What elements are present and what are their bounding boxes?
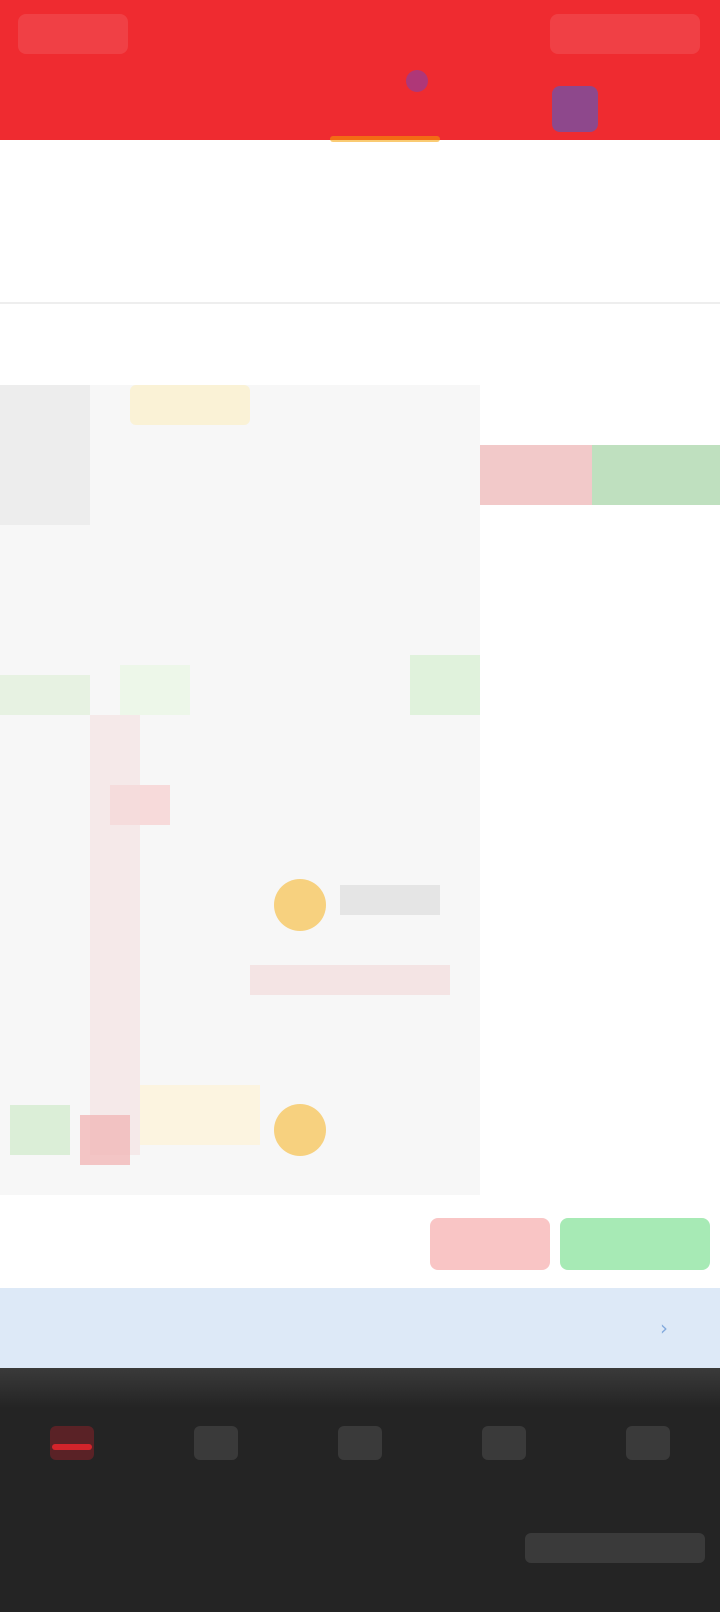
header-right-block[interactable] (550, 14, 700, 54)
stock-code (270, 96, 450, 120)
event-label (340, 885, 440, 915)
chart-tag (410, 655, 480, 715)
promo-banner[interactable]: › (0, 1288, 720, 1368)
header-toolbar (0, 62, 720, 132)
stock-title (270, 66, 450, 126)
promo-text (30, 1306, 340, 1350)
table-row (480, 1135, 720, 1183)
table-row (480, 895, 720, 943)
tab-period-6[interactable] (514, 315, 617, 385)
table-row (480, 943, 720, 991)
nav-icon (482, 1426, 526, 1460)
avatar[interactable] (552, 86, 598, 132)
header-left-block[interactable] (18, 14, 128, 54)
app-header (0, 0, 720, 142)
nav-icon (338, 1426, 382, 1460)
divider (0, 302, 720, 304)
sell-button[interactable] (430, 1218, 550, 1270)
tab-period-4[interactable] (309, 315, 412, 385)
chevron-right-icon: › (660, 1316, 668, 1340)
quote-stat (270, 241, 350, 271)
volume-bar (10, 1105, 70, 1155)
nav-label (576, 1470, 720, 1494)
quote-stat (170, 241, 250, 271)
nav-icon (626, 1426, 670, 1460)
nav-active-indicator (52, 1444, 92, 1450)
tab-period-5[interactable] (411, 315, 514, 385)
chart-tag (0, 675, 90, 715)
action-item-1[interactable] (10, 1218, 100, 1270)
tab-period-3[interactable] (206, 315, 309, 385)
nav-bar (0, 1408, 720, 1508)
bottom-navigation (0, 1368, 720, 1612)
table-row (480, 751, 720, 799)
quote-stat (270, 195, 350, 225)
title-underline (330, 136, 440, 142)
home-indicator[interactable] (525, 1533, 705, 1563)
book-header (480, 515, 720, 555)
header-button-3[interactable] (460, 80, 520, 114)
sell-ratio-label (488, 445, 588, 505)
period-tabs (0, 315, 720, 385)
event-label (140, 1085, 260, 1145)
table-row (480, 799, 720, 847)
nav-item-2[interactable] (144, 1408, 288, 1508)
price-candle-range (90, 715, 140, 1155)
order-book (480, 385, 720, 1195)
buy-ratio-label (610, 445, 710, 505)
quote-stat (170, 195, 250, 225)
nav-item-5[interactable] (576, 1408, 720, 1508)
nav-icon (50, 1426, 94, 1460)
tab-period-1[interactable] (0, 315, 103, 385)
table-row (480, 655, 720, 703)
header-button-4[interactable] (625, 80, 695, 114)
event-icon[interactable] (274, 1104, 326, 1156)
buy-button[interactable] (560, 1218, 710, 1270)
nav-label (288, 1470, 432, 1494)
market-badge-icon (406, 70, 428, 92)
nav-shadow (0, 1368, 720, 1408)
nav-item-4[interactable] (432, 1408, 576, 1508)
table-row (480, 607, 720, 655)
quote-stat (380, 241, 580, 271)
table-row (480, 847, 720, 895)
nav-label (432, 1470, 576, 1494)
action-bar (0, 1205, 720, 1283)
nav-label (144, 1470, 288, 1494)
nav-label (0, 1470, 144, 1494)
action-item-2[interactable] (130, 1218, 240, 1270)
header-button-2[interactable] (190, 80, 250, 114)
nav-item-3[interactable] (288, 1408, 432, 1508)
quote-stat (380, 195, 580, 225)
event-label (250, 965, 450, 995)
volume-bar (80, 1115, 130, 1165)
quote-summary (0, 175, 720, 300)
chart-info-panel (0, 385, 90, 525)
table-row (480, 703, 720, 751)
stock-detail-screen: › (0, 0, 720, 1612)
event-icon[interactable] (274, 879, 326, 931)
back-button[interactable] (30, 80, 100, 114)
chart-tag (120, 665, 190, 715)
action-item-3[interactable] (300, 1218, 410, 1270)
tab-period-2[interactable] (103, 315, 206, 385)
current-price (10, 189, 160, 235)
price-chart[interactable] (0, 385, 480, 1195)
table-row (480, 1087, 720, 1135)
chart-label-box (130, 385, 250, 425)
header-left-label (18, 14, 128, 54)
chart-canvas (0, 385, 480, 1165)
buy-sell-ratio (480, 445, 720, 505)
price-change (10, 241, 160, 271)
table-row (480, 991, 720, 1039)
tab-period-7[interactable] (617, 315, 720, 385)
nav-item-1[interactable] (0, 1408, 144, 1508)
nav-icon (194, 1426, 238, 1460)
table-row (480, 1039, 720, 1087)
